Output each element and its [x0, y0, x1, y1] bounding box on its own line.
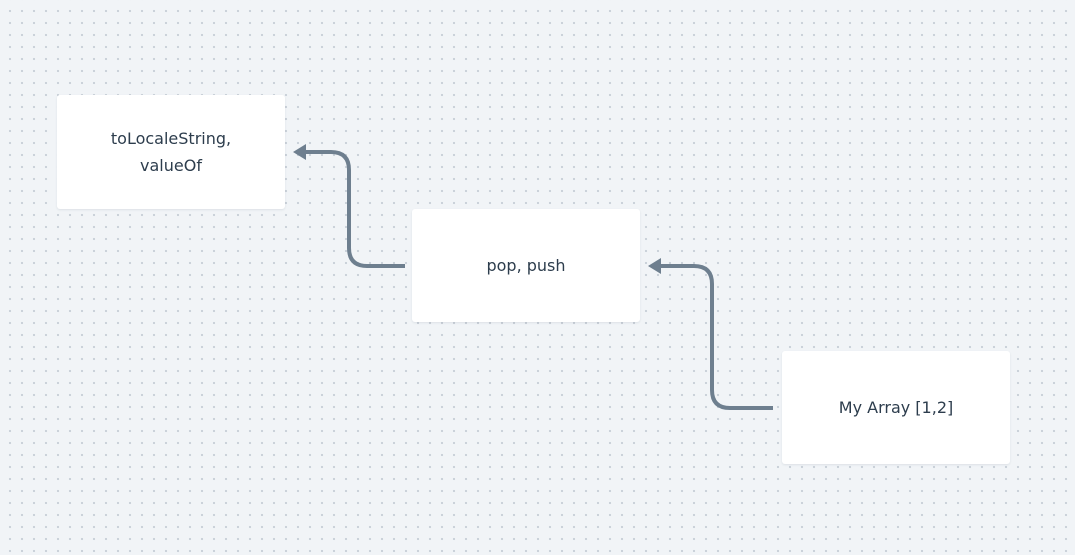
node-object-prototype[interactable]: toLocaleString, valueOf — [57, 95, 285, 209]
arrow-head-icon — [293, 144, 306, 160]
arrow-head-icon — [648, 258, 661, 274]
node-label: pop, push — [486, 256, 566, 275]
node-array-prototype[interactable]: pop, push — [412, 209, 640, 322]
connector-line — [661, 264, 773, 410]
node-my-array[interactable]: My Array [1,2] — [782, 351, 1010, 464]
connector-line — [306, 150, 405, 268]
edge-array-prototype-to-object-prototype — [293, 144, 405, 268]
edge-my-array-to-array-prototype — [648, 258, 773, 410]
node-label: My Array [1,2] — [838, 398, 954, 417]
node-label: toLocaleString, valueOf — [110, 129, 232, 175]
diagram-canvas: toLocaleString, valueOf pop, push My Arr… — [0, 0, 1075, 555]
